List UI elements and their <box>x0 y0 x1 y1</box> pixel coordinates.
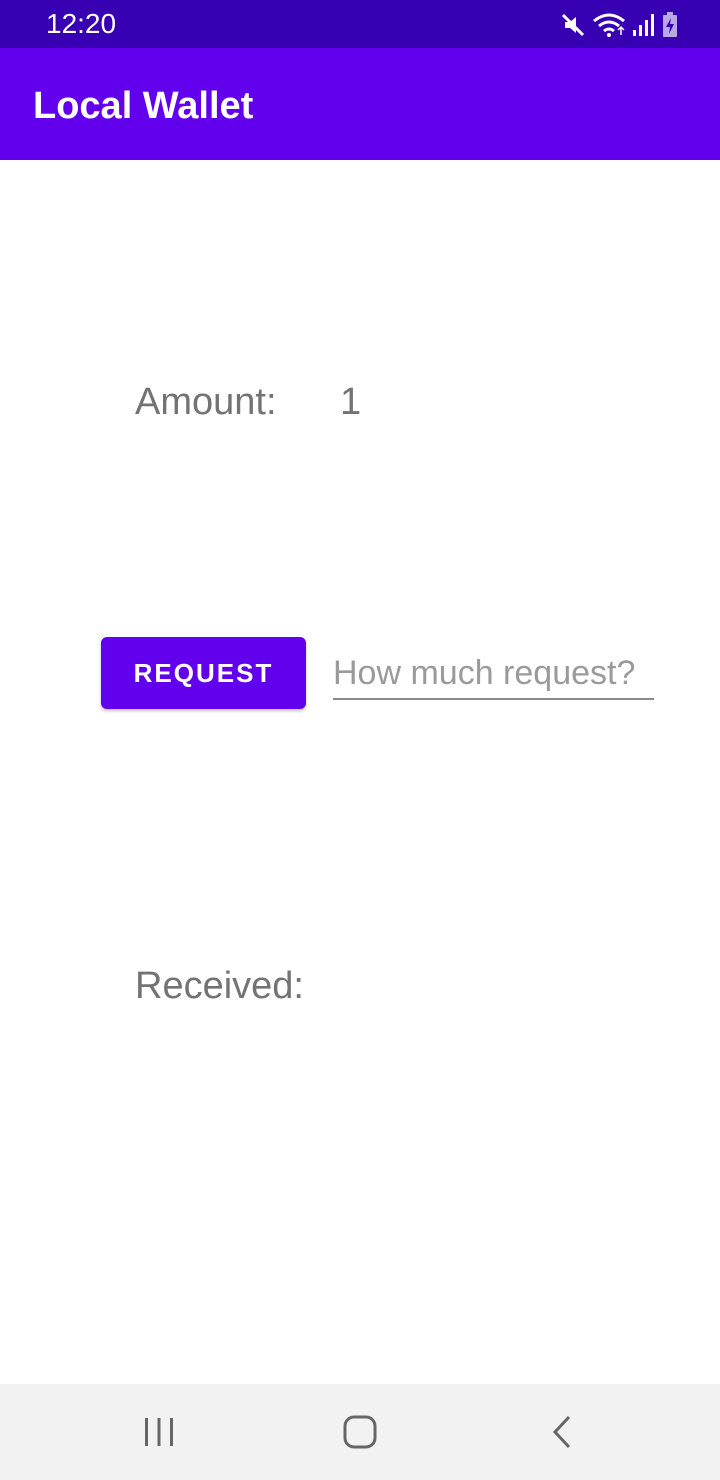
request-button[interactable]: REQUEST <box>101 637 306 709</box>
battery-charging-icon <box>663 12 677 37</box>
back-icon <box>552 1415 571 1449</box>
back-button[interactable] <box>542 1412 582 1452</box>
recents-icon <box>145 1418 173 1446</box>
status-icons <box>560 10 678 40</box>
received-label: Received: <box>135 965 304 1007</box>
home-icon <box>343 1415 377 1449</box>
app-bar: Local Wallet <box>0 48 720 160</box>
home-button[interactable] <box>340 1412 380 1452</box>
amount-label: Amount: <box>135 381 277 423</box>
status-bar: 12:20 <box>0 0 720 48</box>
signal-icon <box>633 14 654 36</box>
wifi-icon <box>593 13 625 37</box>
recents-button[interactable] <box>139 1412 179 1452</box>
app-title: Local Wallet <box>33 85 254 127</box>
status-time: 12:20 <box>46 8 117 39</box>
mute-icon <box>561 13 585 37</box>
request-amount-input[interactable] <box>333 648 654 700</box>
amount-value: 1 <box>340 381 362 423</box>
navigation-bar <box>0 1384 720 1480</box>
